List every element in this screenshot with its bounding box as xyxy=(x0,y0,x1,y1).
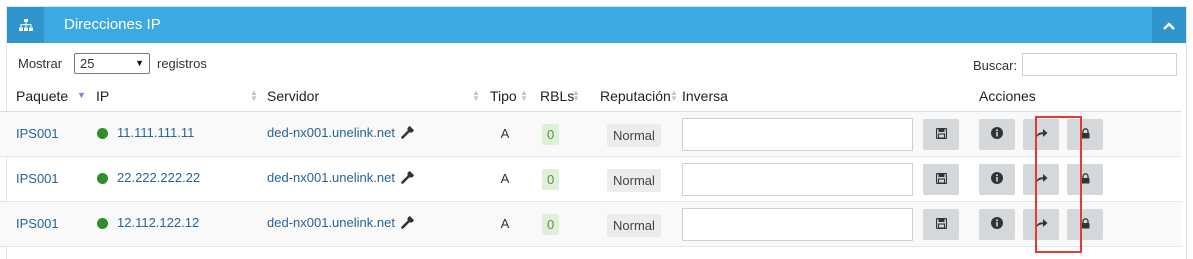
sort-icon: ▲ ▼ xyxy=(472,88,480,103)
wrench-icon[interactable] xyxy=(401,123,416,142)
save-button[interactable] xyxy=(923,163,959,195)
collapse-panel-button[interactable] xyxy=(1152,7,1186,43)
rbl-badge: 0 xyxy=(542,168,560,190)
lock-icon xyxy=(1081,172,1090,187)
lock-button[interactable] xyxy=(1067,163,1103,195)
info-circle-icon xyxy=(991,126,1003,142)
package-link[interactable]: IPS001 xyxy=(16,171,59,186)
sort-desc-icon: ▼ xyxy=(77,90,86,100)
package-link[interactable]: IPS001 xyxy=(16,126,59,141)
status-dot-icon xyxy=(97,217,108,229)
type-value: A xyxy=(500,126,510,141)
reputation-badge: Normal xyxy=(607,123,661,147)
status-dot-icon xyxy=(97,172,108,184)
sort-icon: ▲ ▼ xyxy=(572,88,580,103)
info-button[interactable] xyxy=(979,208,1015,240)
table-row: IPS001 22.222.222.22 ded-nx001.unelink.n… xyxy=(0,156,1181,202)
server-link[interactable]: ded-nx001.unelink.net xyxy=(267,170,395,185)
sort-icon: ▲ ▼ xyxy=(520,88,528,103)
forward-button[interactable] xyxy=(1023,163,1059,195)
forward-button[interactable] xyxy=(1023,118,1059,150)
ip-table: Paquete ▼ IP ▲ ▼ Servidor ▲ ▼ Tipo ▲ ▼ RBLs… xyxy=(0,80,1181,247)
server-link[interactable]: ded-nx001.unelink.net xyxy=(267,125,395,140)
info-circle-icon xyxy=(991,216,1003,232)
ip-link[interactable]: 11.111.111.11 xyxy=(117,125,194,140)
floppy-disk-icon xyxy=(935,127,947,142)
package-link[interactable]: IPS001 xyxy=(16,216,59,231)
lock-icon xyxy=(1081,217,1090,232)
sort-icon: ▲ ▼ xyxy=(250,88,258,103)
col-header-reputacion[interactable]: Reputación ▲ ▼ xyxy=(590,80,682,112)
panel-title: Direcciones IP xyxy=(64,16,161,33)
share-arrow-icon xyxy=(1035,172,1048,187)
share-arrow-icon xyxy=(1035,217,1048,232)
table-row: IPS001 11.111.111.11 ded-nx001.unelink.n… xyxy=(0,111,1181,157)
reverse-dns-input[interactable] xyxy=(682,162,913,196)
rbl-badge: 0 xyxy=(542,123,560,145)
reputation-badge: Normal xyxy=(607,168,661,192)
wrench-icon[interactable] xyxy=(401,213,416,232)
type-value: A xyxy=(500,171,510,186)
sort-icon: ▲ ▼ xyxy=(670,88,678,103)
panel-header: Direcciones IP xyxy=(7,7,1186,43)
reputation-badge: Normal xyxy=(607,213,661,237)
chevron-up-icon xyxy=(1163,18,1175,33)
info-button[interactable] xyxy=(979,163,1015,195)
col-header-servidor[interactable]: Servidor ▲ ▼ xyxy=(266,80,490,112)
col-header-inversa: Inversa xyxy=(682,80,979,112)
page-size-select[interactable]: 25 ▼ xyxy=(74,53,150,74)
status-dot-icon xyxy=(97,127,108,139)
lock-button[interactable] xyxy=(1067,118,1103,150)
show-entries-label: Mostrar xyxy=(18,56,63,71)
col-header-acciones: Acciones xyxy=(979,80,1181,112)
col-header-tipo[interactable]: Tipo ▲ ▼ xyxy=(490,80,530,112)
server-link[interactable]: ded-nx001.unelink.net xyxy=(267,215,395,230)
table-header-row: Paquete ▼ IP ▲ ▼ Servidor ▲ ▼ Tipo ▲ ▼ RBLs… xyxy=(0,80,1181,112)
show-entries-suffix: registros xyxy=(157,56,207,71)
floppy-disk-icon xyxy=(935,172,947,187)
lock-button[interactable] xyxy=(1067,208,1103,240)
info-button[interactable] xyxy=(979,118,1015,150)
search-label: Buscar: xyxy=(973,58,1018,73)
col-header-paquete[interactable]: Paquete ▼ xyxy=(0,80,95,112)
save-button[interactable] xyxy=(923,208,959,240)
share-arrow-icon xyxy=(1035,127,1048,142)
info-circle-icon xyxy=(991,171,1003,187)
type-value: A xyxy=(500,216,510,231)
caret-down-icon: ▼ xyxy=(135,58,144,68)
wrench-icon[interactable] xyxy=(401,168,416,187)
col-header-rbls[interactable]: RBLs ▲ ▼ xyxy=(530,80,590,112)
ip-link[interactable]: 22.222.222.22 xyxy=(117,170,200,185)
page-size-value: 25 xyxy=(80,56,95,71)
rbl-badge: 0 xyxy=(542,213,560,235)
lock-icon xyxy=(1081,127,1090,142)
reverse-dns-input[interactable] xyxy=(682,117,913,151)
save-button[interactable] xyxy=(923,118,959,150)
forward-button[interactable] xyxy=(1023,208,1059,240)
sitemap-icon xyxy=(7,7,44,43)
floppy-disk-icon xyxy=(935,217,947,232)
search-input[interactable] xyxy=(1022,53,1177,76)
table-row: IPS001 12.112.122.12 ded-nx001.unelink.n… xyxy=(0,201,1181,247)
reverse-dns-input[interactable] xyxy=(682,207,913,241)
col-header-ip[interactable]: IP ▲ ▼ xyxy=(95,80,266,112)
ip-link[interactable]: 12.112.122.12 xyxy=(117,215,199,230)
